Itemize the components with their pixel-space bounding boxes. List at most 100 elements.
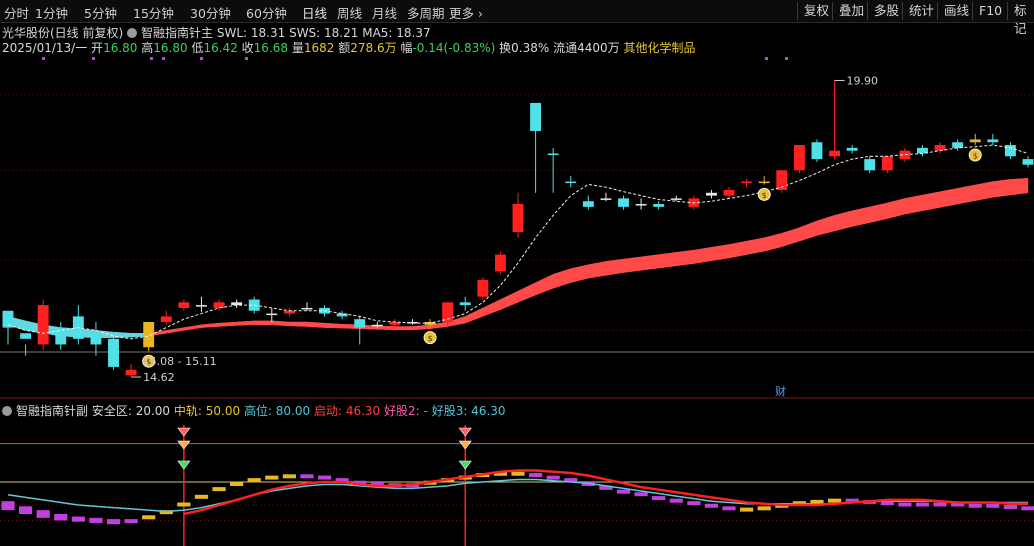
candle-body: [635, 204, 647, 206]
trend-band-segment: [693, 246, 712, 264]
kline-chart[interactable]: $$$$ 19.90 14.62 15.08 - 15.11 财: [0, 0, 1034, 546]
signal-triangle-icon: [177, 427, 191, 437]
momentum-block: [265, 475, 279, 480]
trend-band-segment: [904, 194, 923, 215]
candle-body: [952, 142, 964, 148]
candle-body: [846, 147, 858, 151]
range-label: 15.08 - 15.11: [143, 355, 217, 368]
money-bag-icon-glyph: $: [428, 334, 433, 343]
candle-body: [477, 279, 489, 297]
marker-dot: [785, 57, 788, 60]
momentum-block: [194, 494, 209, 499]
candle-body: [213, 302, 225, 308]
candle-body: [494, 254, 506, 272]
money-bag-icon-glyph: $: [973, 152, 978, 161]
candle-body: [987, 139, 999, 143]
momentum-block: [968, 503, 982, 508]
momentum-block: [616, 489, 631, 494]
candle-body: [512, 204, 524, 233]
candle-body: [600, 198, 612, 200]
trend-band-segment: [957, 184, 976, 205]
candle-body: [881, 156, 893, 171]
momentum-block: [757, 506, 771, 511]
trend-band-segment: [728, 240, 747, 259]
momentum-block: [54, 514, 68, 521]
candle-body: [793, 145, 805, 171]
signal-triangle-icon: [458, 460, 472, 470]
candle-body: [371, 324, 383, 327]
trend-band-segment: [482, 299, 501, 317]
low-marker-label: 14.62: [143, 371, 175, 384]
candle-body: [1004, 145, 1016, 157]
candle-body: [1022, 159, 1034, 165]
momentum-block: [704, 503, 719, 508]
trend-band-segment: [201, 322, 220, 328]
momentum-block: [546, 475, 560, 480]
momentum-block: [71, 516, 85, 522]
momentum-block: [18, 506, 33, 514]
trend-band-segment: [535, 273, 554, 296]
marker-dot: [92, 57, 95, 60]
trend-band-segment: [887, 198, 906, 219]
sub-chart: [0, 425, 1034, 546]
momentum-block: [687, 501, 701, 506]
momentum-block: [898, 502, 912, 507]
trend-band-segment: [306, 321, 325, 328]
trend-band-segment: [271, 320, 290, 327]
cyan-line: [7, 478, 1028, 513]
candle-body: [90, 333, 102, 345]
trend-band-segment: [623, 256, 642, 273]
candle-body: [723, 189, 735, 196]
momentum-block: [652, 496, 666, 501]
signal-triangle-icon: [458, 427, 472, 437]
momentum-block: [528, 473, 543, 478]
momentum-block: [511, 471, 525, 476]
trend-band-segment: [588, 261, 607, 279]
finance-tag[interactable]: 财: [775, 384, 786, 398]
marker-dot: [162, 57, 165, 60]
momentum-block: [142, 515, 156, 520]
momentum-block: [177, 502, 191, 507]
candle-body: [301, 307, 313, 310]
signal-triangle-icon: [177, 440, 191, 450]
candle-body: [864, 159, 876, 171]
trend-band-segment: [570, 264, 589, 283]
ma5-line: [7, 144, 1029, 340]
trend-band-segment: [992, 179, 1011, 198]
marker-dot: [150, 57, 153, 60]
candle-body: [653, 204, 665, 207]
money-bag-icon-glyph: $: [762, 191, 767, 200]
high-marker-label: 19.90: [847, 74, 879, 87]
trend-band-segment: [324, 322, 343, 329]
candle-body: [618, 198, 629, 207]
candle-body: [547, 153, 559, 155]
trend-band-segment: [781, 227, 800, 248]
trend-band-segment: [658, 252, 677, 269]
momentum-block: [300, 474, 314, 479]
trend-band-segment: [816, 214, 835, 236]
trend-band-segment: [922, 191, 941, 212]
candle-body: [20, 333, 32, 339]
trend-band-segment: [834, 210, 853, 232]
candle-body: [670, 198, 682, 200]
trend-band-segment: [218, 321, 237, 327]
candle-body: [741, 181, 753, 184]
trend-band-segment: [746, 237, 765, 255]
marker-dot: [245, 57, 248, 60]
trend-band-segment: [517, 282, 536, 303]
momentum-block: [740, 507, 754, 512]
momentum-block: [915, 502, 930, 507]
trend-band-segment: [851, 206, 870, 227]
marker-dot: [42, 57, 45, 60]
momentum-block: [124, 519, 138, 524]
momentum-block: [986, 503, 1000, 508]
trend-band-segment: [869, 202, 888, 223]
candle-body: [829, 150, 841, 157]
momentum-block: [282, 474, 296, 479]
candle-body: [459, 302, 471, 306]
candle-body: [811, 142, 823, 160]
trend-band-segment: [676, 249, 695, 267]
trend-band-segment: [394, 326, 413, 331]
candle-body: [195, 305, 207, 307]
candle-body: [37, 305, 49, 345]
